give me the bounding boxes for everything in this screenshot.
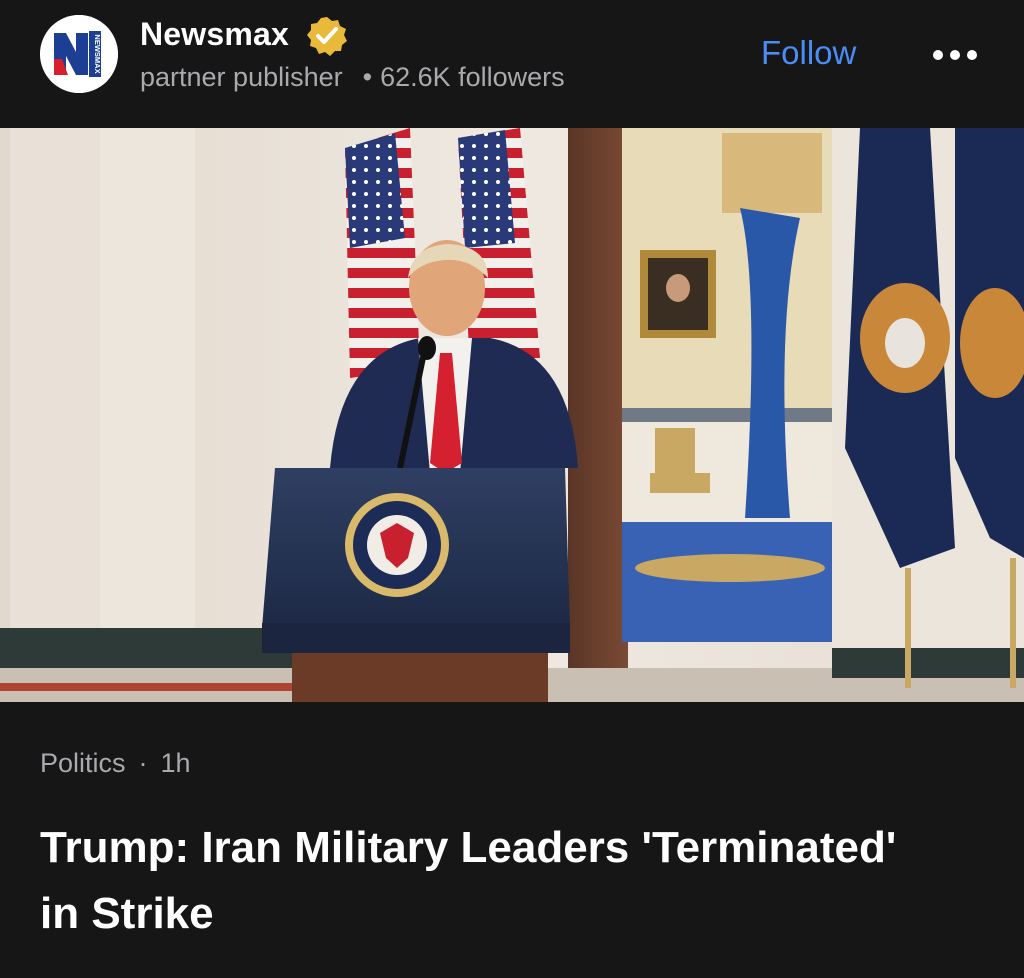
- publisher-header: NEWSMAX Newsmax partner publisher • 62.6K …: [0, 0, 1024, 128]
- verified-badge-icon: [307, 17, 347, 56]
- publisher-subtitle: partner publisher: [140, 62, 343, 92]
- article-hero-image[interactable]: [0, 128, 1024, 702]
- publisher-avatar[interactable]: NEWSMAX: [40, 15, 118, 93]
- article-meta: Politics · 1h: [40, 748, 191, 779]
- more-dots-icon[interactable]: [930, 40, 980, 70]
- article-category[interactable]: Politics: [40, 748, 126, 778]
- article-age: 1h: [160, 748, 191, 778]
- article-headline[interactable]: Trump: Iran Military Leaders 'Terminated…: [40, 815, 940, 947]
- meta-separator: •: [362, 62, 373, 92]
- publisher-meta: partner publisher • 62.6K followers: [140, 62, 565, 93]
- meta-separator: ·: [138, 748, 148, 778]
- follower-count: 62.6K followers: [380, 62, 565, 92]
- follow-button[interactable]: Follow: [761, 34, 856, 72]
- newsmax-logo-icon: NEWSMAX: [40, 15, 118, 93]
- press-conference-photo: [0, 128, 1024, 702]
- logo-wordmark: NEWSMAX: [93, 34, 102, 73]
- publisher-name[interactable]: Newsmax: [140, 16, 289, 53]
